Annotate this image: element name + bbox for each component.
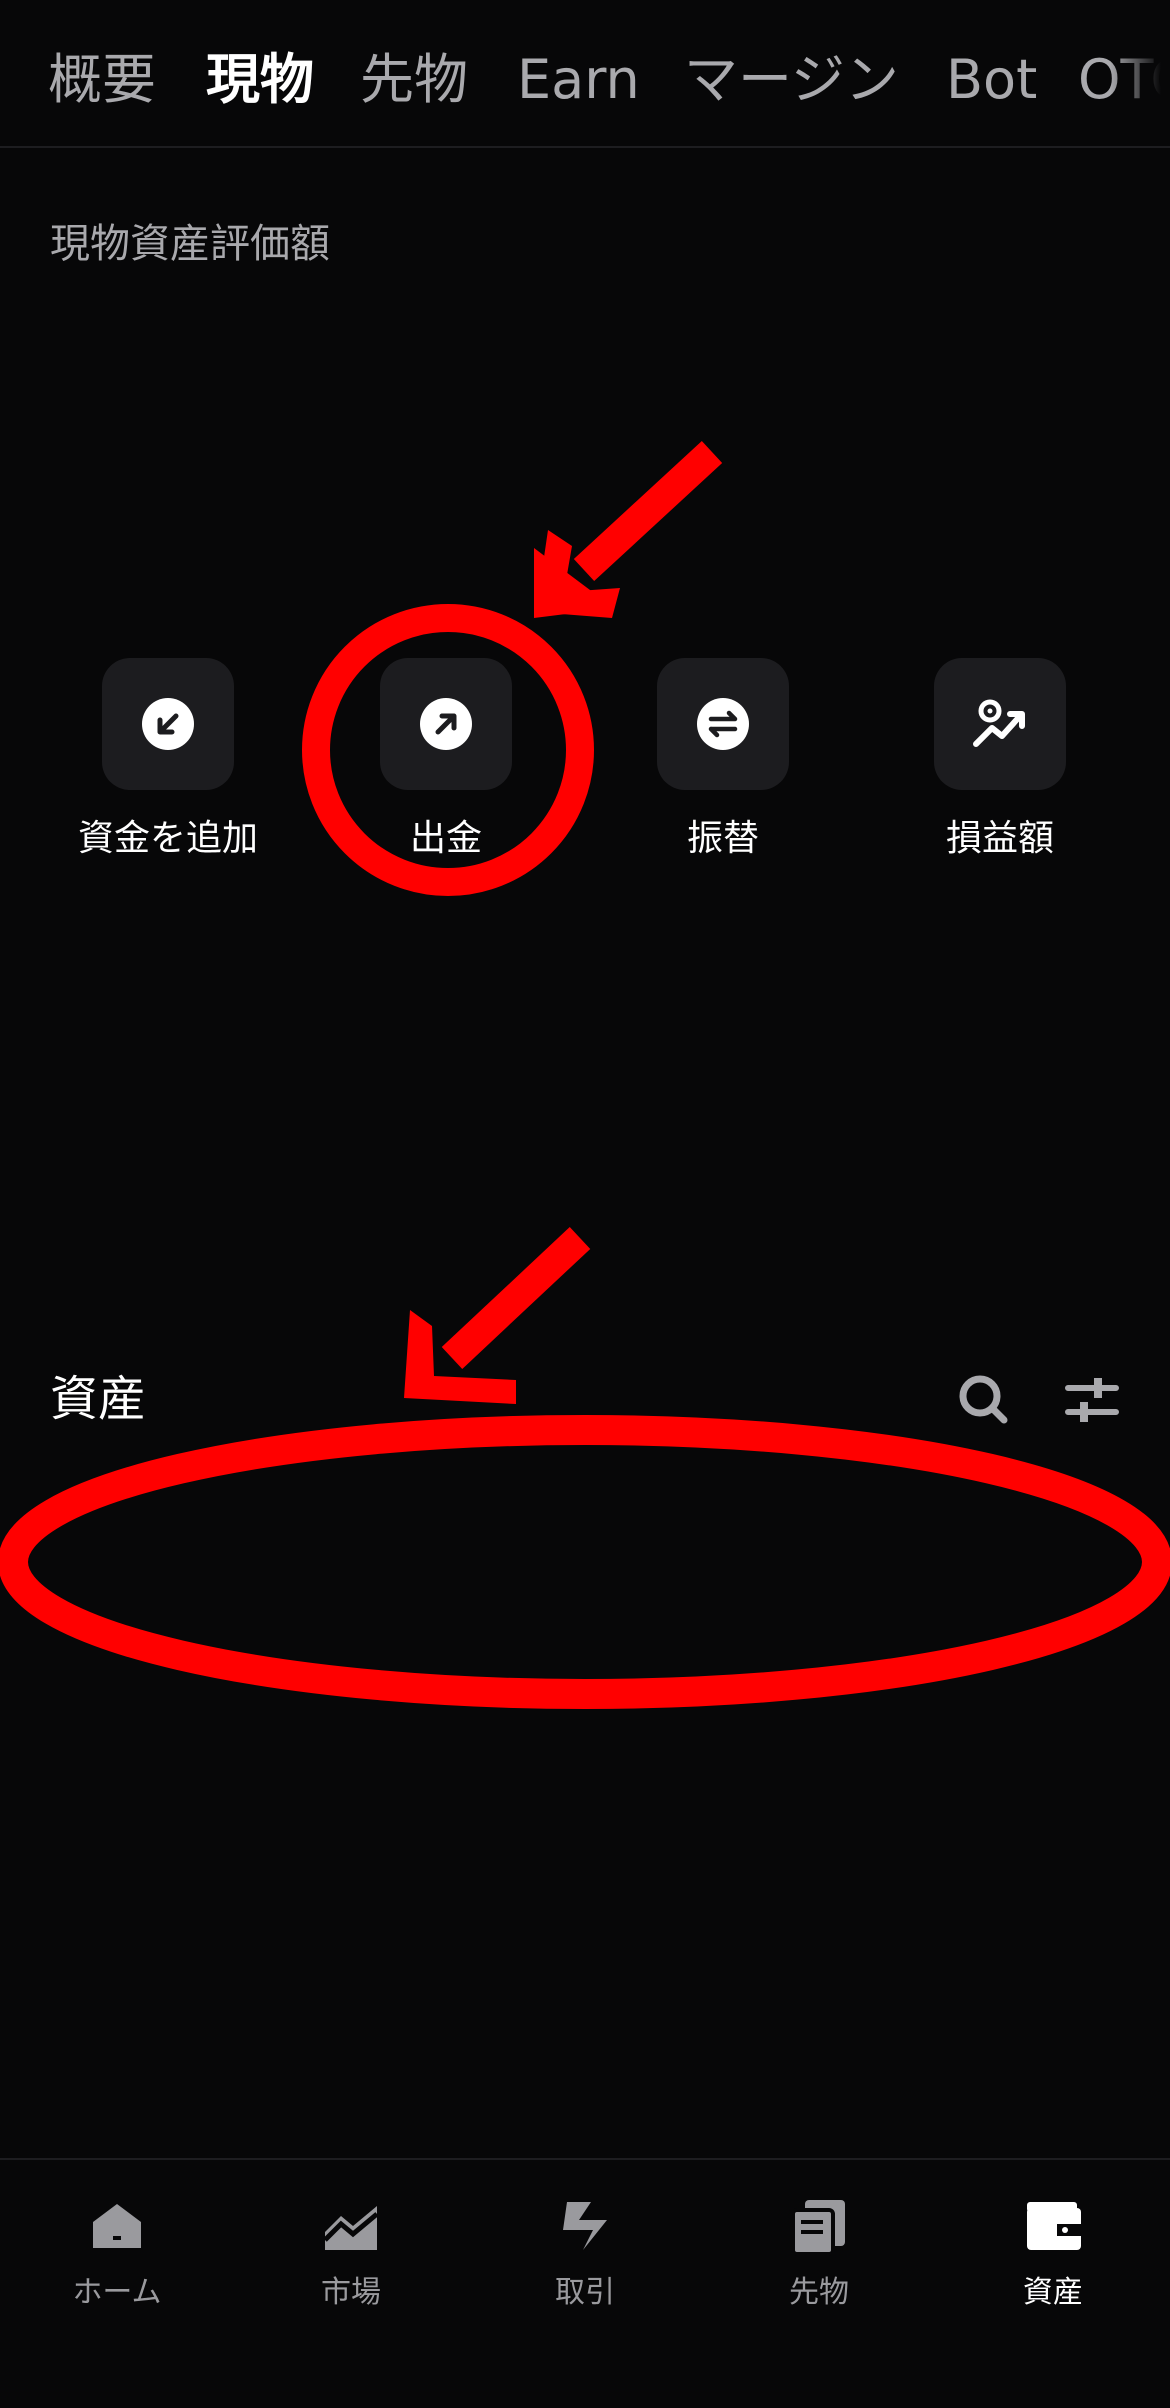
spot-valuation-label: 現物資産評価額	[50, 221, 330, 267]
wallet-icon	[1027, 2202, 1081, 2250]
pnl-label: 損益額	[945, 818, 1054, 859]
deposit-arrow-icon	[142, 698, 194, 750]
tab-margin[interactable]: マージン	[684, 42, 899, 118]
home-icon	[93, 2204, 141, 2248]
transfer-arrows-icon	[697, 698, 749, 750]
nav-home-label: ホーム	[72, 2275, 162, 2310]
nav-market-label: 市場	[321, 2275, 381, 2310]
search-icon[interactable]	[954, 1370, 1014, 1430]
bottom-nav-bar: ホーム 市場 取引 先物 資産	[0, 2158, 1170, 2408]
withdraw-arrow-icon	[420, 698, 472, 750]
pnl-button[interactable]: 損益額	[890, 658, 1110, 868]
nav-assets-label: 資産	[1023, 2275, 1083, 2310]
tab-overview[interactable]: 概要	[48, 42, 156, 118]
deposit-button-tile[interactable]	[102, 658, 234, 790]
tab-bot[interactable]: Bot	[946, 42, 1037, 118]
transfer-button[interactable]: 振替	[613, 658, 833, 868]
nav-market[interactable]: 市場	[234, 2194, 468, 2344]
arrow-to-assets	[404, 1227, 591, 1404]
ellipse-around-assets-list	[0, 1415, 1170, 1709]
annotation-overlay	[0, 440, 1170, 1709]
tab-earn[interactable]: Earn	[517, 42, 640, 118]
deposit-label: 資金を追加	[77, 818, 258, 859]
withdraw-button-tile[interactable]	[380, 658, 512, 790]
withdraw-button[interactable]: 出金	[336, 658, 556, 868]
market-chart-icon	[323, 2206, 379, 2250]
futures-doc-icon	[791, 2200, 845, 2256]
nav-home[interactable]: ホーム	[0, 2194, 234, 2344]
tab-otc[interactable]: OTC	[1078, 42, 1170, 118]
deposit-button[interactable]: 資金を追加	[58, 658, 278, 868]
tab-spot[interactable]: 現物	[206, 42, 314, 118]
nav-trade[interactable]: 取引	[468, 2194, 702, 2344]
pnl-button-tile[interactable]	[934, 658, 1066, 790]
pnl-chart-icon	[973, 699, 1025, 747]
nav-assets[interactable]: 資産	[936, 2194, 1170, 2344]
filter-sliders-icon[interactable]	[1062, 1370, 1122, 1430]
top-tab-bar: 概要 現物 先物 Earn マージン Bot OTC	[0, 0, 1170, 148]
nav-futures[interactable]: 先物	[702, 2194, 936, 2344]
arrow-to-withdraw	[534, 440, 723, 618]
nav-trade-label: 取引	[555, 2275, 615, 2310]
transfer-label: 振替	[686, 818, 759, 859]
trade-icon	[563, 2202, 607, 2250]
withdraw-label: 出金	[409, 818, 482, 859]
nav-futures-label: 先物	[789, 2275, 849, 2310]
tab-futures[interactable]: 先物	[360, 42, 468, 118]
assets-title: 資産	[50, 1371, 147, 1427]
transfer-button-tile[interactable]	[657, 658, 789, 790]
